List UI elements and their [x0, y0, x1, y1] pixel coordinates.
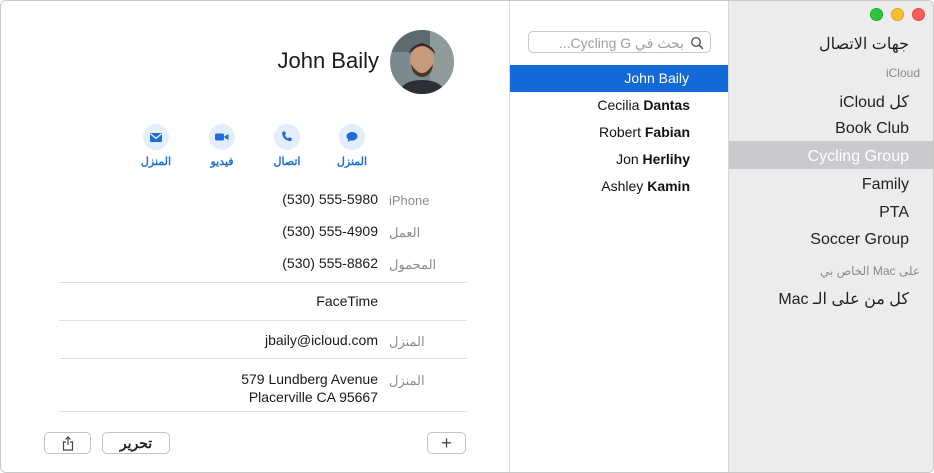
search-field[interactable]: بحث في Cycling G... — [528, 31, 711, 53]
add-button[interactable]: + — [427, 432, 466, 454]
close-icon[interactable] — [912, 8, 925, 21]
sidebar-item-pta[interactable]: PTA — [879, 204, 909, 222]
list-item[interactable]: Cecilia Dantas — [510, 92, 729, 119]
call-action-label: اتصال — [273, 156, 301, 168]
minimize-icon[interactable] — [891, 8, 904, 21]
phone-value[interactable]: (530) 555-8862 — [282, 255, 378, 271]
list-item[interactable]: Robert Fabian — [510, 119, 729, 146]
list-item[interactable]: John Baily — [510, 65, 729, 92]
sidebar-title: جهات الاتصال — [818, 36, 909, 53]
message-action-label: المنزل — [336, 156, 368, 168]
contact-row-name: John Baily — [624, 70, 689, 86]
phone-label: العمل — [389, 225, 421, 240]
phone-label: iPhone — [389, 193, 430, 208]
divider — [59, 358, 467, 359]
email-label: المنزل — [389, 334, 425, 349]
avatar — [390, 30, 454, 94]
contact-row-name: Ashley Kamin — [601, 178, 690, 194]
contact-row-name: Robert Fabian — [598, 124, 690, 140]
divider — [59, 282, 467, 283]
sidebar-section-icloud: iCloud — [885, 66, 920, 80]
sidebar-section-on-my-mac: على Mac الخاص بي — [819, 264, 920, 278]
sidebar-item-soccer-group[interactable]: Soccer Group — [810, 231, 909, 249]
contact-row-name: Cecilia Dantas — [597, 97, 690, 113]
zoom-icon[interactable] — [870, 8, 883, 21]
address-line2[interactable]: Placerville CA 95667 — [249, 389, 378, 405]
sidebar-item-all-icloud[interactable]: كل iCloud — [839, 92, 909, 112]
call-action[interactable]: اتصال — [259, 124, 315, 168]
mail-action[interactable]: المنزل — [128, 124, 184, 168]
mail-action-label: المنزل — [140, 156, 172, 168]
message-icon[interactable] — [339, 124, 365, 150]
contacts-list: بحث في Cycling G... John Baily Cecilia D… — [509, 1, 729, 472]
divider — [59, 320, 467, 321]
list-item[interactable]: Ashley Kamin — [510, 173, 729, 200]
phone-icon[interactable] — [274, 124, 300, 150]
groups-sidebar: جهات الاتصال iCloud كل iCloud Book Club … — [728, 1, 933, 472]
address-line1[interactable]: 579 Lundberg Avenue — [241, 371, 378, 387]
message-action[interactable]: المنزل — [324, 124, 380, 168]
sidebar-item-book-club[interactable]: Book Club — [835, 120, 909, 138]
mail-icon[interactable] — [143, 124, 169, 150]
phone-value[interactable]: (530) 555-4909 — [282, 223, 378, 239]
email-value[interactable]: jbaily@icloud.com — [265, 332, 378, 348]
window-controls — [870, 8, 925, 21]
sidebar-item-all-on-mac[interactable]: كل من على الـ Mac — [778, 289, 909, 309]
divider — [59, 411, 467, 412]
list-item[interactable]: Jon Herlihy — [510, 146, 729, 173]
phone-label: المحمول — [389, 257, 437, 272]
sidebar-item-cycling-group[interactable]: Cycling Group — [808, 148, 909, 166]
contact-row-name: Jon Herlihy — [616, 151, 690, 167]
search-icon — [690, 36, 704, 50]
share-icon — [62, 435, 73, 451]
contact-name: John Baily — [277, 48, 379, 73]
contact-detail-pane: John Baily المنزل اتصال فيديو المنزل iPh… — [1, 1, 508, 472]
phone-value[interactable]: (530) 555-5980 — [282, 191, 378, 207]
address-label: المنزل — [389, 373, 425, 388]
search-input[interactable]: بحث في Cycling G... — [559, 35, 684, 52]
video-action-label: فيديو — [210, 156, 234, 168]
video-action[interactable]: فيديو — [194, 124, 250, 168]
sidebar-item-family[interactable]: Family — [862, 176, 909, 194]
share-button[interactable] — [44, 432, 91, 454]
video-icon[interactable] — [209, 124, 235, 150]
edit-button[interactable]: تحرير — [102, 432, 170, 454]
contacts-window: John Baily المنزل اتصال فيديو المنزل iPh… — [0, 0, 934, 473]
facetime-value[interactable]: FaceTime — [316, 293, 378, 309]
